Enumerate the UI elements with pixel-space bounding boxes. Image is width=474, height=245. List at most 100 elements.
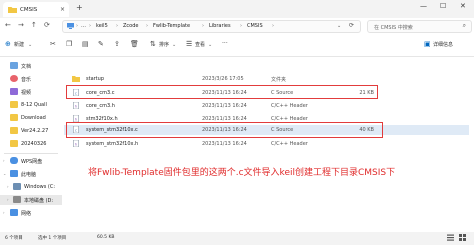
file-name: core_cm3.h [86,103,115,109]
search-input[interactable]: 在 CMSIS 中搜索 ⌕ [367,20,472,33]
sort-button[interactable]: 排序 [159,41,169,48]
sort-icon: ⇅ [150,40,156,48]
sidebar-item-documents[interactable]: 文档 [0,61,62,71]
sidebar-item-drive-c[interactable]: › Windows (C: [0,182,62,192]
folder-icon [72,76,80,82]
file-date: 2023/11/13 16:24 [202,103,247,109]
breadcrumb-libraries[interactable]: Libraries [209,23,231,29]
breadcrumb-cmsis[interactable]: CMSIS [247,23,263,29]
h-file-icon: h [73,115,79,122]
file-type: C/C++ Header [271,141,308,147]
close-tab-icon[interactable]: × [60,6,65,13]
breadcrumb-separator: › [202,23,204,29]
sidebar-item-label: Windows (C: [24,184,56,190]
breadcrumb-separator: › [89,23,91,29]
navigation-pane: 文档 音乐 视频 8-12 Quall Download Ver24.2.27 … [0,57,62,232]
copy-icon[interactable]: ❐ [66,40,72,48]
file-list: startup 2023/3/26 17:05 文件夹 c core_cm3.c… [62,57,474,232]
status-bar: 6 个项目 选中 1 个项目 60.5 KB [0,232,474,245]
back-button[interactable]: ← [5,21,11,29]
command-bar: ⊕ 新建 ⌄ ✂ ❐ ▤ ✎ ⇪ 🗑 ⇅ 排序 ⌄ ☰ 查看 ⌄ ··· ▣ 详… [0,34,474,57]
file-type: 文件夹 [271,77,287,83]
rename-icon[interactable]: ✎ [98,40,104,48]
maximize-button[interactable]: ☐ [440,2,446,10]
delete-icon[interactable]: 🗑 [130,40,139,48]
music-icon [10,75,18,82]
breadcrumb-zcode[interactable]: Zcode [123,23,138,29]
folder-icon [8,7,17,13]
chevron-down-icon: ⌄ [28,42,33,48]
sidebar-item-20240326[interactable]: 20240326 [0,139,62,149]
up-button[interactable]: ↑ [31,21,37,29]
svg-text:h: h [75,104,77,108]
forward-button[interactable]: → [18,21,24,29]
annotation-text: 将Fwlib-Template固件包里的这两个.c文件导入keil创建工程下目录… [88,168,396,178]
view-button[interactable]: 查看 [195,41,205,48]
sidebar-item-label: 20240326 [21,141,47,147]
breadcrumb-separator: › [240,23,242,29]
file-name: system_stm32f10x.h [86,141,139,147]
chevron-down-icon: ⌄ [208,42,213,48]
cloud-icon [10,157,18,164]
expand-icon[interactable]: › [3,158,5,163]
sidebar-item-label: 文档 [21,64,32,70]
new-button[interactable]: 新建 [14,41,24,48]
sidebar-item-label: 网络 [21,211,32,217]
h-file-icon: h [73,140,79,147]
svg-text:h: h [75,142,77,146]
network-icon [10,209,18,216]
sidebar-item-music[interactable]: 音乐 [0,74,62,84]
minimize-button[interactable]: — [420,2,427,10]
folder-icon [10,101,18,108]
expand-icon[interactable]: › [3,210,5,215]
navigation-bar: ← → ↑ ⟳ › … › keil5 › Zcode › Fwlib-Temp… [0,18,474,34]
refresh-icon[interactable]: ⟳ [349,22,354,29]
more-options-button[interactable]: ··· [222,40,228,47]
breadcrumb-ellipsis[interactable]: … [81,23,86,29]
selection-count: 选中 1 个项目 [38,236,67,241]
expand-icon[interactable]: › [7,184,9,189]
collapse-icon[interactable]: ⌄ [3,171,6,176]
sidebar-item-videos[interactable]: 视频 [0,87,62,97]
search-placeholder: 在 CMSIS 中搜索 [374,25,413,31]
sidebar-item-8-12-quall[interactable]: 8-12 Quall [0,100,62,110]
new-tab-button[interactable]: + [76,3,83,12]
refresh-button[interactable]: ⟳ [44,21,50,29]
details-pane-button[interactable]: 详细信息 [433,41,453,48]
sidebar-item-label: 视频 [21,90,32,96]
breadcrumb-separator: › [116,23,118,29]
computer-icon [67,23,74,29]
sidebar-item-download[interactable]: Download [0,113,62,123]
highlight-box-core-cm3-c [66,85,378,99]
breadcrumb-fwlib-template[interactable]: Fwlib-Template [153,23,190,29]
breadcrumb-keil5[interactable]: keil5 [96,23,108,29]
sidebar-item-wps-cloud[interactable]: › WPS网盘 [0,156,62,166]
file-row-startup[interactable]: startup 2023/3/26 17:05 文件夹 [64,74,469,84]
document-icon [10,62,18,69]
file-date: 2023/11/13 16:24 [202,141,247,147]
details-view-icon[interactable] [447,234,454,241]
sidebar-item-this-pc[interactable]: ⌄ 此电脑 [0,169,62,179]
details-icon: ▣ [424,40,431,48]
expand-icon[interactable]: › [7,197,9,202]
file-row-system-stm32f10x-h[interactable]: h system_stm32f10x.h 2023/11/13 16:24 C/… [64,139,469,149]
computer-icon [10,170,18,177]
sidebar-item-label: 音乐 [21,77,32,83]
close-window-button[interactable]: ✕ [460,2,466,10]
sidebar-item-network[interactable]: › 网络 [0,208,62,218]
cut-icon[interactable]: ✂ [50,40,56,48]
file-row-core-cm3-h[interactable]: h core_cm3.h 2023/11/13 16:24 C/C++ Head… [64,101,469,111]
paste-icon[interactable]: ▤ [82,40,89,48]
tab-cmsis[interactable]: CMSIS × [3,2,69,17]
address-dropdown-icon[interactable]: ⌄ [337,23,341,29]
sidebar-item-drive-d[interactable]: › 本地磁盘 (D: [0,195,62,205]
folder-icon [10,140,18,147]
tab-title: CMSIS [20,7,38,13]
sidebar-item-ver24[interactable]: Ver24.2.27 [0,126,62,136]
video-icon [10,88,18,95]
address-bar[interactable]: › … › keil5 › Zcode › Fwlib-Template › L… [62,20,361,33]
folder-icon [10,114,18,121]
share-icon[interactable]: ⇪ [114,40,120,48]
tiles-view-icon[interactable] [459,234,466,241]
file-name: startup [86,76,104,82]
